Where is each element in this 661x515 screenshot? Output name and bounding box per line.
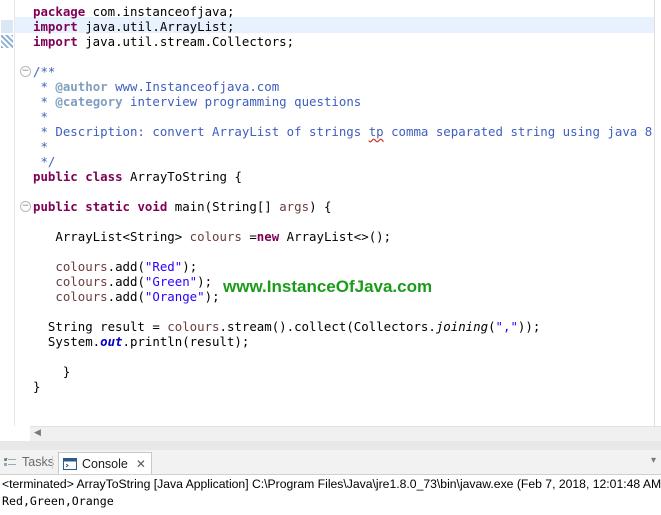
console-output-area[interactable]: <terminated> ArrayToString [Java Applica… [0, 475, 661, 515]
close-icon[interactable]: ✕ [136, 457, 146, 471]
tasks-icon [4, 457, 16, 466]
console-icon [63, 457, 77, 470]
code-line: * [33, 139, 48, 154]
editor-gutter [0, 0, 14, 426]
code-line: package com.instanceofjava; [33, 4, 235, 19]
console-output-text: Red,Green,Orange [2, 494, 114, 508]
code-line: public static void main(String[] args) { [33, 199, 332, 214]
view-menu-icon[interactable]: ▾ [651, 455, 656, 466]
code-line: * @category interview programming questi… [33, 94, 362, 109]
spelling-warning: tp [368, 124, 384, 139]
code-line: System.out.println(result); [33, 334, 250, 349]
scroll-left-icon[interactable]: ◀ [34, 428, 41, 438]
code-line: */ [33, 154, 56, 169]
tab-console[interactable]: Console ✕ [58, 452, 152, 474]
code-line: ArrayList<String> colours =new ArrayList… [33, 229, 392, 244]
code-line: String result = colours.stream().collect… [33, 319, 541, 334]
tab-label: Console [82, 456, 128, 471]
tab-tasks[interactable]: Tasks [3, 452, 54, 472]
code-line: import java.util.stream.Collectors; [33, 34, 295, 49]
code-line: colours.add("Orange"); [55, 289, 220, 304]
change-marker [1, 35, 13, 48]
fold-collapse-icon[interactable]: − [20, 66, 31, 77]
gutter-separator [14, 0, 15, 426]
bottom-panel-tabbar: Tasks Console ✕ ▾ [0, 450, 661, 475]
console-status-line: <terminated> ArrayToString [Java Applica… [2, 477, 661, 491]
code-line: /** [33, 64, 56, 79]
tab-label: Tasks [22, 455, 54, 469]
code-line: public class ArrayToString { [33, 169, 242, 184]
change-marker [1, 20, 13, 33]
watermark: www.InstanceOfJava.com [223, 277, 433, 296]
code-line: * [33, 109, 48, 124]
code-editor[interactable]: − − package com.instanceofjava; import j… [0, 0, 661, 426]
code-line: * @author www.Instanceofjava.com [33, 79, 280, 94]
code-line: * Description: convert ArrayList of stri… [33, 124, 653, 139]
fold-collapse-icon[interactable]: − [20, 201, 31, 212]
overview-ruler[interactable] [654, 0, 661, 426]
code-line: } [33, 379, 41, 394]
horizontal-scrollbar[interactable]: ◀ [30, 426, 661, 441]
code-line: } [33, 364, 71, 379]
panel-separator[interactable] [0, 441, 661, 450]
tab-divider [52, 456, 53, 469]
code-line: colours.add("Red"); [55, 259, 198, 274]
code-line: colours.add("Green"); [55, 274, 213, 289]
code-line: import java.util.ArrayList; [33, 19, 235, 34]
